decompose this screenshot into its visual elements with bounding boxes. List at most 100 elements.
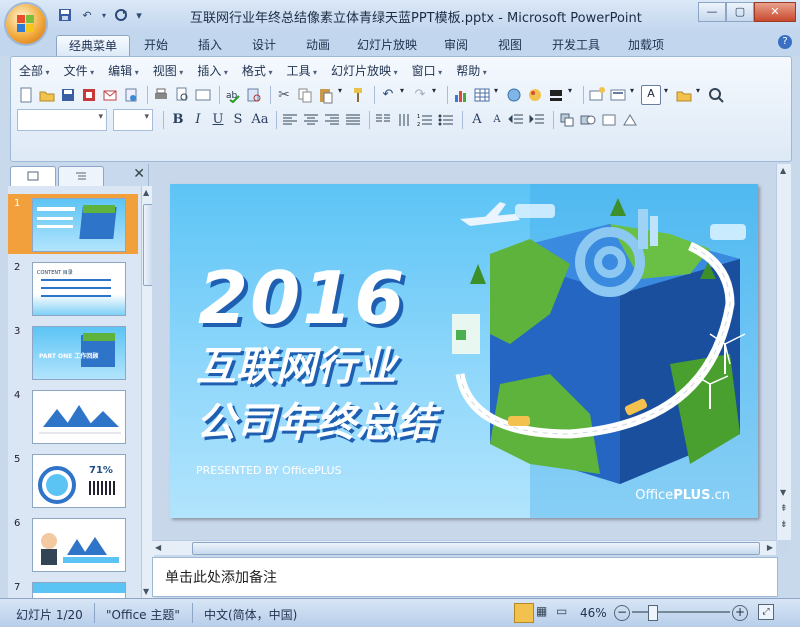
slide-icon[interactable] (194, 86, 212, 104)
scroll-up-icon[interactable]: ▲ (780, 166, 786, 175)
zoom-in-button[interactable]: + (732, 605, 748, 621)
tab-addins[interactable]: 加载项 (620, 35, 672, 56)
shape-fill-icon[interactable] (600, 111, 618, 129)
bold-button[interactable]: B (168, 110, 188, 130)
save-icon[interactable] (56, 8, 74, 24)
tab-design[interactable]: 设计 (244, 35, 284, 56)
menu-edit[interactable]: 编辑 (108, 62, 139, 79)
zoom-slider-thumb[interactable] (648, 605, 658, 621)
arrange-icon[interactable] (558, 111, 576, 129)
normal-view-icon[interactable] (514, 603, 534, 623)
folder-dropdown-icon[interactable]: ▾ (696, 86, 704, 104)
format-painter-icon[interactable] (349, 86, 367, 104)
main-vertical-scrollbar[interactable]: ▲ ▼ ⇞ ⇟ (776, 164, 791, 540)
save-icon[interactable] (59, 86, 77, 104)
color-dropdown-icon[interactable]: ▾ (568, 86, 576, 104)
undo-icon[interactable]: ↶ (379, 86, 397, 104)
folder-icon[interactable] (675, 86, 693, 104)
change-case-button[interactable]: Aa (248, 110, 272, 130)
slide-year[interactable]: 2016 (198, 256, 406, 340)
tab-classic-menu[interactable]: 经典菜单 (56, 35, 130, 57)
undo-dropdown-icon[interactable]: ▾ (400, 86, 408, 104)
main-horizontal-scrollbar[interactable]: ◀ ▶ (152, 540, 776, 555)
increase-indent-icon[interactable] (528, 111, 546, 129)
slide-title-line1[interactable]: 互联网行业 (196, 334, 396, 392)
theme-name[interactable]: "Office 主题" (106, 606, 180, 623)
increase-font-button[interactable]: A (467, 110, 487, 130)
italic-button[interactable]: I (188, 110, 208, 130)
slide-thumbnail-4[interactable]: 4 (8, 386, 138, 446)
cut-icon[interactable]: ✂ (275, 86, 293, 104)
menu-view[interactable]: 视图 (153, 62, 184, 79)
slide-thumbnail-5[interactable]: 5 71% (8, 450, 138, 510)
redo-icon[interactable] (112, 8, 130, 24)
close-panel-icon[interactable]: ✕ (133, 166, 145, 182)
menu-insert[interactable]: 插入 (197, 62, 228, 79)
new-slide-icon[interactable] (588, 86, 606, 104)
underline-button[interactable]: U (208, 110, 228, 130)
menu-window[interactable]: 窗口 (412, 62, 443, 79)
help-icon[interactable]: ? (778, 35, 792, 49)
table-icon[interactable] (473, 86, 491, 104)
shapes-icon[interactable] (579, 111, 597, 129)
menu-tools[interactable]: 工具 (286, 62, 317, 79)
menu-file[interactable]: 文件 (64, 62, 95, 79)
copy-icon[interactable] (296, 86, 314, 104)
zoom-level[interactable]: 46% (580, 606, 607, 620)
paste-icon[interactable] (317, 86, 335, 104)
undo-icon[interactable]: ↶ (78, 8, 96, 24)
chart-icon[interactable] (452, 86, 470, 104)
numbering-icon[interactable]: 12 (416, 111, 434, 129)
slide-thumbnail-2[interactable]: 2 CONTENT 目录 (8, 258, 138, 318)
print-icon[interactable] (152, 86, 170, 104)
slide-sorter-icon[interactable]: ▦ (536, 604, 547, 618)
slide-title-line2[interactable]: 公司年终总结 (196, 390, 436, 448)
language-indicator[interactable]: 中文(简体，中国) (204, 606, 297, 623)
zoom-out-button[interactable]: − (614, 605, 630, 621)
tab-review[interactable]: 审阅 (436, 35, 476, 56)
open-icon[interactable] (38, 86, 56, 104)
layout-icon[interactable] (609, 86, 627, 104)
tab-insert[interactable]: 插入 (190, 35, 230, 56)
font-color-bar-icon[interactable] (547, 86, 565, 104)
justify-icon[interactable] (344, 111, 362, 129)
scroll-thumb[interactable] (192, 542, 760, 555)
new-icon[interactable] (17, 86, 35, 104)
slide-canvas[interactable]: 2016 互联网行业 公司年终总结 PRESENTED BY OfficePLU… (170, 184, 758, 518)
decrease-indent-icon[interactable] (507, 111, 525, 129)
tab-developer[interactable]: 开发工具 (544, 35, 608, 56)
scroll-right-icon[interactable]: ▶ (767, 543, 773, 552)
maximize-button[interactable]: ▢ (726, 2, 754, 22)
align-right-icon[interactable] (323, 111, 341, 129)
shape-outline-icon[interactable] (621, 111, 639, 129)
textbox-icon[interactable]: A (641, 85, 661, 105)
close-button[interactable]: ✕ (754, 2, 796, 22)
font-name-select[interactable] (17, 109, 107, 131)
scroll-down-icon[interactable]: ▼ (143, 587, 149, 596)
spelling-icon[interactable]: ab (224, 86, 242, 104)
tab-view[interactable]: 视图 (490, 35, 530, 56)
redo-dropdown-icon[interactable]: ▾ (432, 86, 440, 104)
permission-icon[interactable] (80, 86, 98, 104)
fit-to-window-icon[interactable]: ⤢ (758, 604, 774, 620)
zoom-icon[interactable] (707, 86, 725, 104)
customize-icon[interactable]: ▾ (134, 8, 144, 24)
publish-icon[interactable] (122, 86, 140, 104)
bullets-icon[interactable] (437, 111, 455, 129)
slides-tab[interactable] (10, 166, 56, 186)
columns-icon[interactable] (374, 111, 392, 129)
research-icon[interactable] (245, 86, 263, 104)
decrease-font-button[interactable]: A (487, 110, 507, 130)
slide-presented-by[interactable]: PRESENTED BY OfficePLUS (196, 464, 342, 477)
undo-dropdown-icon[interactable]: ▾ (100, 8, 108, 24)
next-slide-icon[interactable]: ⇟ (780, 520, 788, 530)
tab-animation[interactable]: 动画 (298, 35, 338, 56)
slideshow-icon[interactable]: ▭ (556, 604, 567, 618)
outline-tab[interactable] (58, 166, 104, 186)
scroll-up-icon[interactable]: ▲ (143, 188, 149, 197)
slide-thumbnail-1[interactable]: 1 (8, 194, 138, 254)
tab-slideshow[interactable]: 幻灯片放映 (352, 35, 422, 56)
menu-slideshow[interactable]: 幻灯片放映 (331, 62, 398, 79)
print-preview-icon[interactable] (173, 86, 191, 104)
notes-pane[interactable]: 单击此处添加备注 (152, 557, 778, 597)
